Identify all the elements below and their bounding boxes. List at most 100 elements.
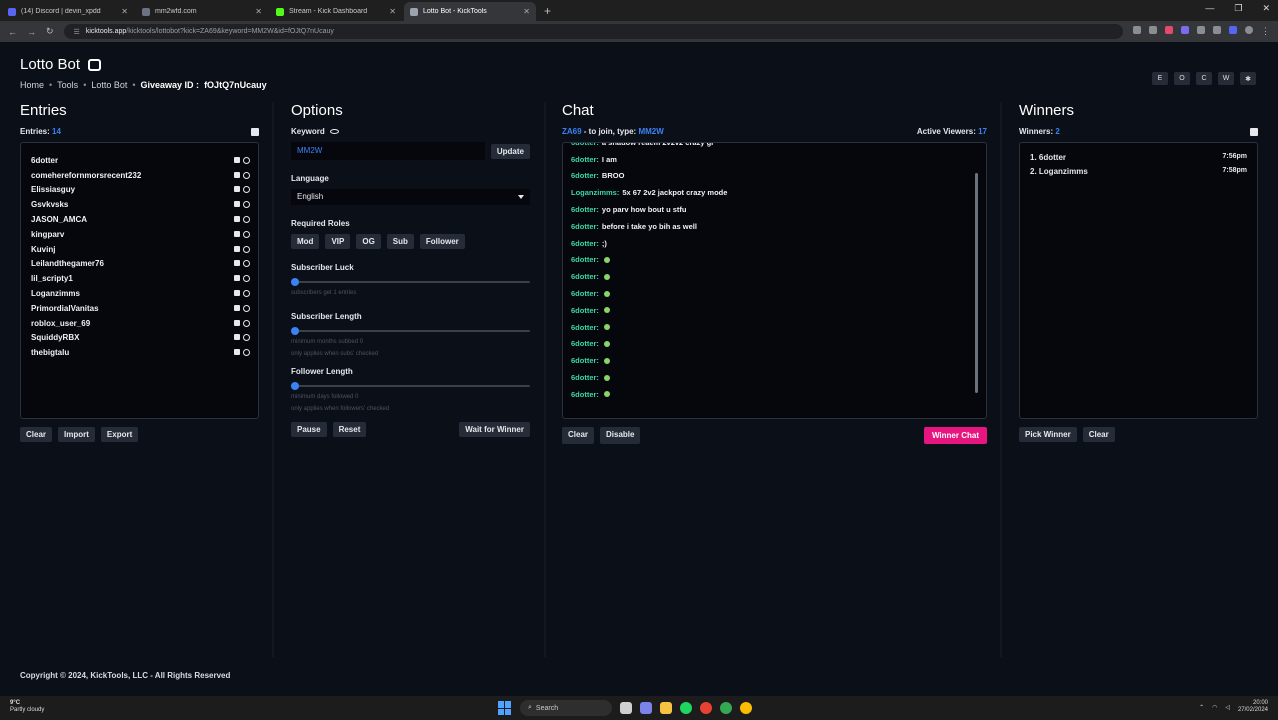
chrome-icon[interactable] — [720, 702, 732, 714]
export-button[interactable]: Export — [100, 427, 139, 442]
copy-entry-icon[interactable] — [234, 319, 240, 326]
role-mod-button[interactable]: Mod — [291, 234, 320, 249]
clear-chat-button[interactable]: Clear — [562, 427, 595, 444]
browser-tab[interactable]: Lotto Bot - KickTools ✕ — [404, 2, 536, 21]
remove-entry-icon[interactable] — [243, 304, 250, 312]
extension-icon[interactable] — [1197, 26, 1205, 34]
copy-entry-icon[interactable] — [234, 245, 240, 252]
role-og-button[interactable]: OG — [356, 234, 381, 249]
header-button-e[interactable]: E — [1152, 72, 1168, 85]
copy-entry-icon[interactable] — [234, 349, 240, 356]
copy-entry-icon[interactable] — [234, 216, 240, 223]
windows-start-icon[interactable] — [498, 701, 512, 715]
copy-entry-icon[interactable] — [234, 156, 240, 163]
remove-entry-icon[interactable] — [243, 216, 250, 224]
copy-entry-icon[interactable] — [234, 275, 240, 282]
copy-entry-icon[interactable] — [234, 201, 240, 208]
winner-chat-button[interactable]: Winner Chat — [923, 427, 987, 444]
copy-icon[interactable] — [1250, 127, 1258, 136]
close-tab-icon[interactable]: ✕ — [121, 7, 128, 16]
browser-tab[interactable]: Stream - Kick Dashboard ✕ — [270, 2, 402, 21]
site-info-icon[interactable]: ☰ — [74, 28, 80, 36]
remove-entry-icon[interactable] — [243, 260, 250, 268]
subscriber-length-slider[interactable] — [291, 327, 530, 335]
extension-icon[interactable] — [1165, 26, 1173, 34]
weather-widget[interactable]: 9°C Partly cloudy — [10, 700, 44, 714]
copy-icon[interactable] — [251, 127, 259, 136]
volume-icon[interactable]: ◁ — [1225, 704, 1230, 711]
minimize-icon[interactable]: — — [1205, 3, 1214, 14]
extension-icon[interactable] — [1229, 26, 1237, 34]
taskbar-search[interactable]: ⌕ Search — [520, 700, 612, 716]
bookmark-star-icon[interactable] — [1149, 26, 1157, 34]
extension-icon[interactable] — [1181, 26, 1189, 34]
wifi-icon[interactable]: ◠ — [1212, 704, 1217, 711]
copy-entry-icon[interactable] — [234, 171, 240, 178]
spotify-icon[interactable] — [680, 702, 692, 714]
extension-icon[interactable] — [1133, 26, 1141, 34]
clear-entries-button[interactable]: Clear — [20, 427, 53, 442]
browser-tab[interactable]: (14) Discord | devin_xpdd ✕ — [2, 2, 134, 21]
copy-entry-icon[interactable] — [234, 290, 240, 297]
chrome-icon[interactable] — [700, 702, 712, 714]
pause-button[interactable]: Pause — [291, 422, 327, 437]
profile-icon[interactable] — [1245, 26, 1253, 34]
remove-entry-icon[interactable] — [243, 230, 250, 238]
reset-button[interactable]: Reset — [332, 422, 367, 437]
remove-entry-icon[interactable] — [243, 156, 250, 164]
forward-icon[interactable]: → — [27, 27, 36, 37]
breadcrumb-tools[interactable]: Tools — [57, 80, 78, 90]
keyword-input[interactable]: MM2W — [291, 142, 485, 160]
remove-entry-icon[interactable] — [243, 186, 250, 194]
chrome-icon[interactable] — [740, 702, 752, 714]
remove-entry-icon[interactable] — [243, 319, 250, 327]
header-button-o[interactable]: O — [1174, 72, 1190, 85]
remove-entry-icon[interactable] — [243, 171, 250, 179]
address-bar[interactable]: ☰ kicktools.app/kicktools/lottobot?kick=… — [63, 24, 1123, 39]
new-tab-button[interactable]: + — [536, 4, 559, 21]
breadcrumb-lotto-bot[interactable]: Lotto Bot — [91, 80, 127, 90]
copy-entry-icon[interactable] — [234, 186, 240, 193]
update-button[interactable]: Update — [490, 143, 530, 159]
role-follower-button[interactable]: Follower — [419, 234, 465, 249]
chat-log[interactable]: 6dotter: a shadow reaem 2v2v2 crazy gr 6do… — [562, 142, 987, 419]
import-button[interactable]: Import — [58, 427, 95, 442]
reload-icon[interactable]: ↻ — [46, 26, 54, 37]
close-tab-icon[interactable]: ✕ — [389, 7, 396, 16]
close-tab-icon[interactable]: ✕ — [255, 7, 262, 16]
close-window-icon[interactable]: ✕ — [1262, 3, 1270, 14]
wait-for-winner-button[interactable]: Wait for Winner — [459, 422, 530, 437]
browser-tab[interactable]: mm2wfd.com ✕ — [136, 2, 268, 21]
copy-entry-icon[interactable] — [234, 260, 240, 267]
back-icon[interactable]: ← — [8, 27, 17, 37]
teams-icon[interactable] — [640, 702, 652, 714]
follower-length-slider[interactable] — [291, 382, 530, 390]
remove-entry-icon[interactable] — [243, 334, 250, 342]
chevron-up-icon[interactable]: ⌃ — [1199, 704, 1204, 711]
breadcrumb-home[interactable]: Home — [20, 80, 44, 90]
disable-chat-button[interactable]: Disable — [600, 427, 641, 444]
header-button-w[interactable]: W — [1218, 72, 1234, 85]
copy-entry-icon[interactable] — [234, 304, 240, 311]
role-vip-button[interactable]: VIP — [325, 234, 351, 249]
eye-icon[interactable] — [329, 129, 339, 135]
close-tab-icon[interactable]: ✕ — [523, 7, 530, 16]
settings-icon[interactable]: ✱ — [1240, 72, 1256, 85]
maximize-icon[interactable]: ❐ — [1234, 3, 1242, 14]
remove-entry-icon[interactable] — [243, 275, 250, 283]
subscriber-luck-slider[interactable] — [291, 278, 530, 286]
task-view-icon[interactable] — [620, 702, 632, 714]
role-sub-button[interactable]: Sub — [386, 234, 414, 249]
chat-scrollbar[interactable] — [975, 173, 978, 393]
menu-icon[interactable]: ⋮ — [1261, 26, 1270, 37]
remove-entry-icon[interactable] — [243, 290, 250, 298]
remove-entry-icon[interactable] — [243, 245, 250, 253]
remove-entry-icon[interactable] — [243, 349, 250, 357]
taskbar-clock[interactable]: 20:00 27/02/2024 — [1238, 700, 1268, 714]
language-select[interactable]: English — [291, 189, 530, 205]
copy-entry-icon[interactable] — [234, 230, 240, 237]
copy-entry-icon[interactable] — [234, 334, 240, 341]
extension-icon[interactable] — [1213, 26, 1221, 34]
file-explorer-icon[interactable] — [660, 702, 672, 714]
header-button-c[interactable]: C — [1196, 72, 1212, 85]
